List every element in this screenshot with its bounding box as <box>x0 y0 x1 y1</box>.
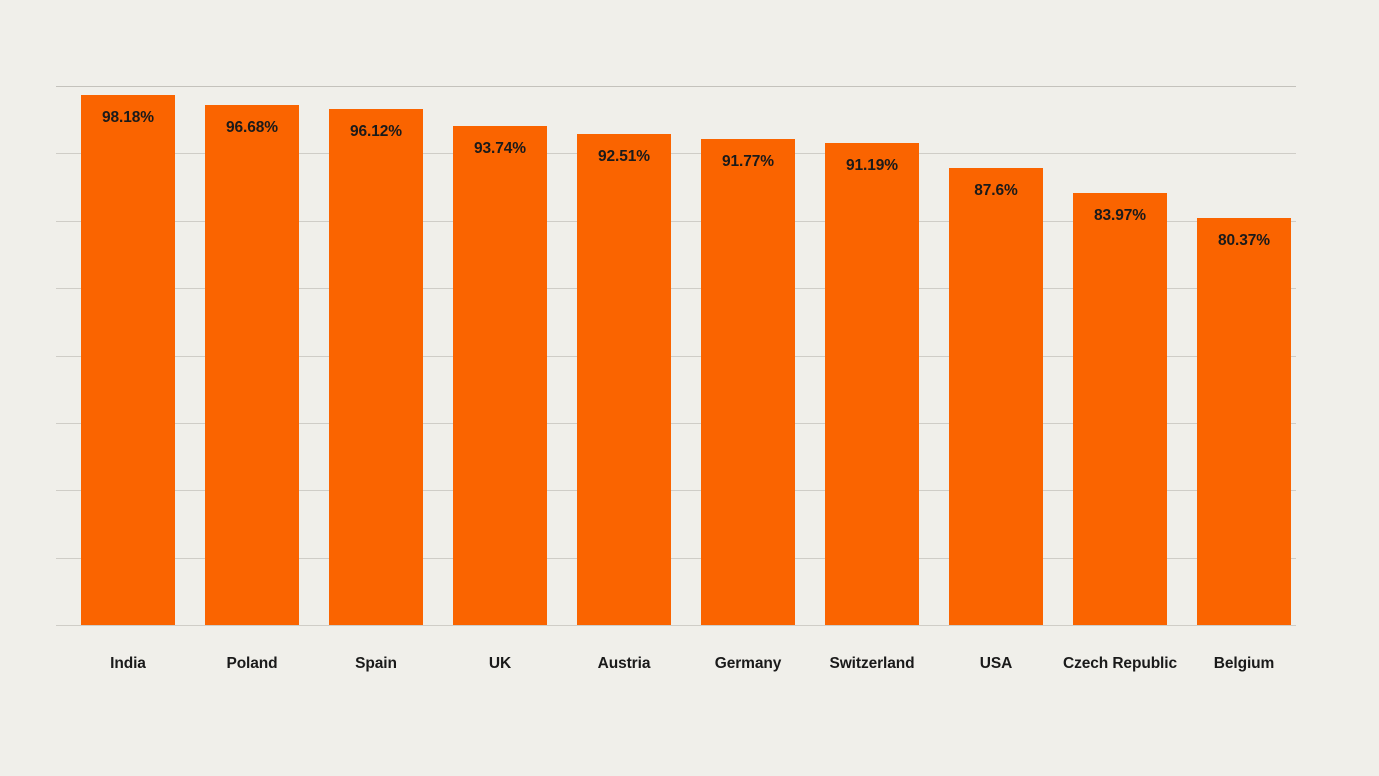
bar-chart: 98.18% 96.68% 96.12% 93.74% 92.51% 91.77% 91.1… <box>0 0 1379 776</box>
bar[interactable]: 93.74% <box>453 126 547 625</box>
bar[interactable]: 80.37% <box>1197 218 1291 625</box>
bar-value-label: 93.74% <box>474 140 526 157</box>
bar-value-label: 92.51% <box>598 148 650 165</box>
bar-value-label: 96.68% <box>226 119 278 136</box>
bar[interactable]: 91.19% <box>825 143 919 625</box>
x-axis-tick-label: Switzerland <box>829 655 915 672</box>
x-axis-tick-label: Spain <box>355 655 397 672</box>
bar-value-label: 87.6% <box>974 182 1018 199</box>
bar[interactable]: 96.68% <box>205 105 299 625</box>
bar-value-label: 91.19% <box>846 157 898 174</box>
bar-value-label: 83.97% <box>1094 207 1146 224</box>
x-axis-tick-label: India <box>110 655 146 672</box>
bar-value-label: 98.18% <box>102 109 154 126</box>
x-axis-tick-label: Belgium <box>1213 655 1275 672</box>
bar-value-label: 91.77% <box>722 153 774 170</box>
bar-value-label: 80.37% <box>1218 232 1270 249</box>
bars-container: 98.18% 96.68% 96.12% 93.74% 92.51% 91.77% 91.1… <box>56 86 1296 625</box>
bar[interactable]: 98.18% <box>81 95 175 625</box>
x-axis-tick-label: Germany <box>714 655 782 672</box>
plot-area: 98.18% 96.68% 96.12% 93.74% 92.51% 91.77% 91.1… <box>56 86 1296 626</box>
axis-baseline <box>56 625 1296 626</box>
bar[interactable]: 83.97% <box>1073 193 1167 625</box>
x-axis-tick-label: Czech Republic <box>1062 655 1177 672</box>
bar[interactable]: 91.77% <box>701 139 795 625</box>
x-axis-tick-label: Austria <box>597 655 651 672</box>
bar[interactable]: 92.51% <box>577 134 671 625</box>
x-axis-tick-label: Poland <box>226 655 278 672</box>
bar[interactable]: 96.12% <box>329 109 423 625</box>
x-axis-labels: India Poland Spain UK Austria Germany Switzerl… <box>56 655 1296 695</box>
bar[interactable]: 87.6% <box>949 168 1043 625</box>
bar-value-label: 96.12% <box>350 123 402 140</box>
x-axis-tick-label: USA <box>979 655 1013 672</box>
x-axis-tick-label: UK <box>488 655 512 672</box>
